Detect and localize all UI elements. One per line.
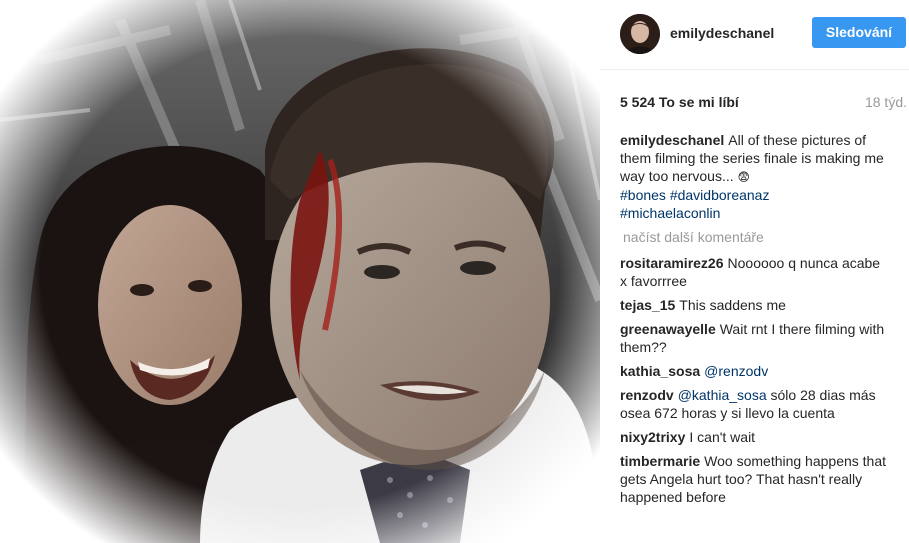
likes-count[interactable]: 5 524 To se mi líbí — [620, 94, 739, 110]
fearful-face-icon: 😨 — [737, 170, 751, 184]
comment-text: This saddens me — [679, 297, 786, 313]
comment-username[interactable]: nixy2trixy — [620, 429, 685, 445]
comment-mention[interactable]: @renzodv — [704, 363, 768, 379]
comment: kathia_sosa @renzodv — [620, 362, 890, 380]
caption: emilydeschanel All of these pictures of t… — [620, 131, 890, 222]
hashtag-michaelaconlin[interactable]: #michaelaconlin — [620, 205, 720, 221]
hashtag-bones[interactable]: #bones — [620, 187, 666, 203]
hashtag-davidboreanaz[interactable]: #davidboreanaz — [670, 187, 770, 203]
comment-username[interactable]: tejas_15 — [620, 297, 675, 313]
comment: nixy2trixy I can't wait — [620, 428, 890, 446]
comment: tejas_15 This saddens me — [620, 296, 890, 314]
post-side-panel: emilydeschanel Sledování 5 524 To se mi … — [600, 0, 909, 543]
comment-username[interactable]: rositaramirez26 — [620, 255, 724, 271]
post-time[interactable]: 18 týd. — [865, 94, 907, 110]
comment-username[interactable]: renzodv — [620, 387, 674, 403]
load-more-comments-link[interactable]: načíst další komentáře — [623, 228, 890, 246]
comment: rositaramirez26 Noooooo q nunca acabe x f… — [620, 254, 890, 290]
comment-mention[interactable]: @kathia_sosa — [678, 387, 767, 403]
comment: greenawayelle Wait rnt I there filming wi… — [620, 320, 890, 356]
comments-list: emilydeschanel All of these pictures of t… — [620, 131, 890, 512]
header-username[interactable]: emilydeschanel — [670, 25, 774, 41]
avatar[interactable] — [620, 14, 660, 54]
comment-username[interactable]: timbermarie — [620, 453, 700, 469]
post-header: emilydeschanel Sledování — [600, 0, 909, 70]
profile-photo-icon — [620, 14, 660, 54]
likes-row: 5 524 To se mi líbí 18 týd. — [620, 94, 907, 114]
comment: renzodv @kathia_sosa sólo 28 dias más ose… — [620, 386, 890, 422]
post-photo[interactable] — [0, 0, 600, 543]
comment: timbermarie Woo something happens that ge… — [620, 452, 890, 506]
follow-button[interactable]: Sledování — [812, 17, 906, 48]
selfie-photo-image — [0, 0, 600, 543]
comment-username[interactable]: greenawayelle — [620, 321, 716, 337]
comment-text: I can't wait — [689, 429, 756, 445]
caption-username[interactable]: emilydeschanel — [620, 132, 724, 148]
comment-username[interactable]: kathia_sosa — [620, 363, 700, 379]
